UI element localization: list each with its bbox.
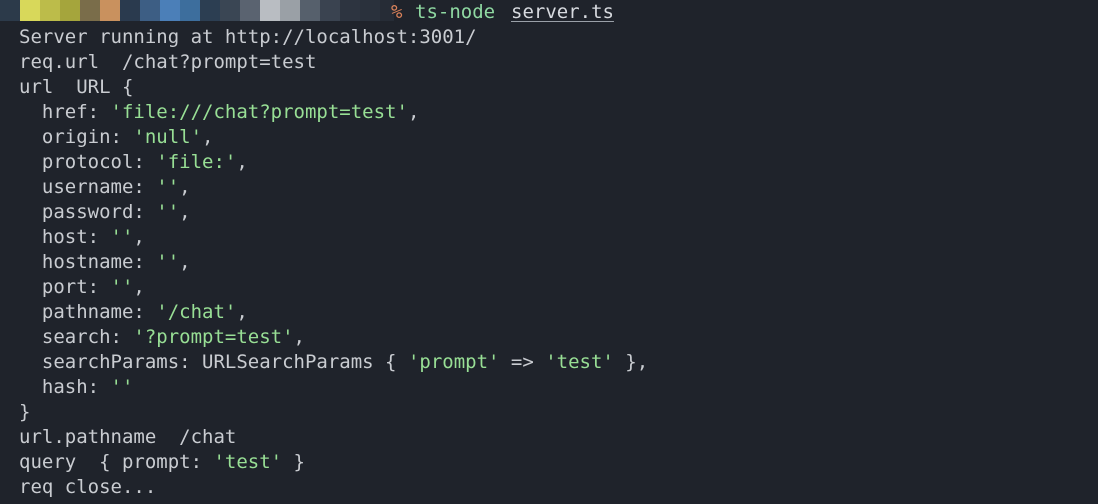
origin-line: origin: 'null', (19, 125, 648, 150)
output-text: , (179, 201, 191, 223)
output-text: , (179, 251, 191, 273)
username-line: username: '', (19, 175, 648, 200)
password-line: password: '', (19, 200, 648, 225)
redacted-prompt-path (0, 0, 394, 21)
pathname-line: pathname: '/chat', (19, 300, 648, 325)
string-literal: '' (156, 201, 180, 223)
string-literal: '/chat' (156, 301, 237, 323)
output-text: hostname: (19, 251, 157, 273)
output-text: req close... (19, 476, 157, 498)
output-text: protocol: (19, 151, 157, 173)
server-running-line: Server running at http://localhost:3001/ (19, 25, 648, 50)
output-text: , (236, 151, 248, 173)
redaction-block (40, 0, 60, 21)
output-text: searchParams: URLSearchParams { (19, 351, 408, 373)
output-text: host: (19, 226, 111, 248)
string-literal: '' (156, 176, 180, 198)
query-line: query { prompt: 'test' } (19, 450, 648, 475)
redaction-block (340, 0, 360, 21)
terminal-output: Server running at http://localhost:3001/… (19, 25, 648, 500)
redaction-block (280, 0, 300, 21)
shell-prompt-line: % ts-node server.ts (0, 0, 1098, 24)
output-text: , (293, 326, 305, 348)
redaction-block (160, 0, 180, 21)
output-text: origin: (19, 126, 134, 148)
redaction-block (120, 0, 140, 21)
output-text: }, (613, 351, 649, 373)
redaction-block (0, 0, 20, 21)
string-literal: 'file:' (156, 151, 237, 173)
port-line: port: '', (19, 275, 648, 300)
string-literal: '?prompt=test' (133, 326, 294, 348)
redaction-block (60, 0, 80, 21)
output-text: url.pathname /chat (19, 426, 237, 448)
output-text: , (407, 101, 420, 123)
command-argument-link[interactable]: server.ts (511, 0, 614, 24)
string-literal: 'test' (213, 451, 283, 473)
url-pathname-line: url.pathname /chat (19, 425, 648, 450)
redaction-block (180, 0, 200, 21)
output-text: query { prompt: (19, 451, 214, 473)
output-text: , (236, 301, 248, 323)
output-text: Server running at http://localhost:3001/ (19, 26, 477, 48)
redaction-block (200, 0, 220, 21)
output-text: } (19, 401, 31, 423)
href-line: href: 'file:///chat?prompt=test', (19, 100, 648, 125)
string-literal: '' (156, 251, 180, 273)
output-text: , (179, 176, 191, 198)
url-open-line: url URL { (19, 75, 648, 100)
redaction-block (260, 0, 280, 21)
string-literal: '' (110, 226, 134, 248)
redaction-block (100, 0, 120, 21)
output-text: hash: (19, 376, 111, 398)
output-text: search: (19, 326, 134, 348)
prompt-symbol: % (391, 1, 403, 23)
hostname-line: hostname: '', (19, 250, 648, 275)
output-text: , (133, 226, 145, 248)
protocol-line: protocol: 'file:', (19, 150, 648, 175)
req-close-line: req close... (19, 475, 648, 500)
output-text: , (133, 276, 145, 298)
string-literal: '' (110, 376, 134, 398)
output-text: req.url /chat?prompt=test (19, 51, 317, 73)
string-literal: 'prompt' (407, 351, 500, 373)
req-url-line: req.url /chat?prompt=test (19, 50, 648, 75)
string-literal: 'test' (545, 351, 614, 373)
redaction-block (300, 0, 320, 21)
redaction-block (320, 0, 340, 21)
terminal-window[interactable]: % ts-node server.ts Server running at ht… (0, 0, 1098, 504)
string-literal: 'null' (133, 126, 203, 148)
search-line: search: '?prompt=test', (19, 325, 648, 350)
host-line: host: '', (19, 225, 648, 250)
output-text: pathname: (19, 301, 157, 323)
command-name: ts-node (415, 1, 496, 23)
hash-line: hash: '' (19, 375, 648, 400)
redaction-block (140, 0, 160, 21)
output-text: => (499, 351, 546, 373)
output-text: } (282, 451, 305, 473)
redaction-block (80, 0, 100, 21)
output-text: password: (19, 201, 157, 223)
searchparams-line: searchParams: URLSearchParams { 'prompt'… (19, 350, 648, 375)
redaction-block (220, 0, 240, 21)
string-literal: '' (110, 276, 134, 298)
output-text: url URL { (19, 76, 134, 98)
string-literal: 'file:///chat?prompt=test' (110, 101, 408, 123)
output-text: href: (19, 101, 111, 123)
redaction-block (20, 0, 40, 21)
redaction-block (240, 0, 260, 21)
output-text: username: (19, 176, 157, 198)
output-text: , (202, 126, 214, 148)
url-close-line: } (19, 400, 648, 425)
output-text: port: (19, 276, 111, 298)
redaction-block (360, 0, 380, 21)
